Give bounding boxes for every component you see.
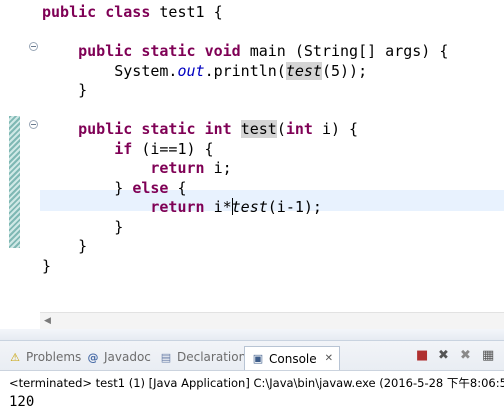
code-line[interactable]: } <box>42 257 51 275</box>
editor-gutter <box>0 0 40 312</box>
console-output[interactable]: 120 <box>9 394 34 410</box>
tab-problems[interactable]: ⚠ Problems <box>8 347 81 367</box>
clear-console-icon[interactable]: ▦ <box>482 348 494 363</box>
tab-console[interactable]: ▣ Console ✕ <box>244 346 341 370</box>
tab-javadoc-label: Javadoc <box>104 350 151 364</box>
console-icon: ▣ <box>252 352 264 365</box>
tab-javadoc[interactable]: @ Javadoc <box>86 347 151 367</box>
code-line[interactable]: } <box>42 237 87 255</box>
keyword-token: return <box>150 198 205 216</box>
editor-corner <box>0 312 40 329</box>
scroll-left-icon[interactable]: ◀ <box>44 316 51 326</box>
close-tab-icon[interactable]: ✕ <box>325 353 333 364</box>
code-line[interactable]: } else { <box>42 178 186 197</box>
keyword-token: return <box>150 159 205 177</box>
console-panel: ⚠ Problems @ Javadoc ▤ Declaration ▣ Con… <box>0 340 504 415</box>
code-line[interactable]: public static void main (String[] args) … <box>42 42 448 60</box>
keyword-token: class <box>105 3 151 21</box>
javadoc-icon: @ <box>87 350 99 364</box>
fold-test-icon[interactable] <box>29 120 38 129</box>
code-line[interactable]: if (i==1) { <box>42 139 213 158</box>
remove-all-terminated-icon[interactable]: ✖ <box>460 348 471 363</box>
occurrence-token: test <box>240 120 277 138</box>
keyword-token: else <box>132 178 169 197</box>
code-line[interactable]: return i; <box>42 159 231 177</box>
code-line[interactable]: } <box>42 81 87 99</box>
code-editor[interactable]: public class test1 { public static void … <box>0 0 504 312</box>
console-status: <terminated> test1 (1) [Java Application… <box>9 376 504 390</box>
keyword-token: public <box>78 120 133 138</box>
keyword-token: static <box>141 120 196 138</box>
code-token: test <box>231 198 268 216</box>
code-line[interactable]: System.out.println(test(5)); <box>42 61 367 80</box>
code-line[interactable]: public class test1 { <box>42 3 223 21</box>
tab-declaration-label: Declaration <box>177 350 247 364</box>
horizontal-scrollbar[interactable]: ◀ <box>40 312 504 329</box>
keyword-token: if <box>114 139 133 158</box>
problems-icon: ⚠ <box>10 350 20 364</box>
keyword-token: int <box>285 120 313 138</box>
fold-main-icon[interactable] <box>29 42 38 51</box>
remove-launch-icon[interactable]: ✖ <box>438 348 449 363</box>
panel-splitter[interactable] <box>0 329 504 340</box>
keyword-token: void <box>204 42 241 60</box>
occurrence-token: test <box>285 61 322 80</box>
tab-declaration[interactable]: ▤ Declaration <box>159 347 246 367</box>
keyword-token: public <box>78 42 133 60</box>
panel-tab-bar: ⚠ Problems @ Javadoc ▤ Declaration ▣ Con… <box>0 341 504 371</box>
tab-console-label: Console <box>269 351 317 366</box>
quick-diff-change-bar <box>9 116 20 248</box>
code-line[interactable]: return i*test(i-1); <box>42 198 322 216</box>
code-token: out <box>177 61 205 80</box>
keyword-token: int <box>204 120 232 138</box>
terminate-icon[interactable]: ■ <box>416 348 428 363</box>
source-code[interactable]: public class test1 { public static void … <box>42 3 448 276</box>
code-line[interactable]: public static int test(int i) { <box>42 120 358 138</box>
tab-problems-label: Problems <box>26 350 82 364</box>
code-line[interactable]: } <box>42 218 123 236</box>
declaration-icon: ▤ <box>160 350 172 364</box>
keyword-token: public <box>42 3 97 21</box>
keyword-token: static <box>141 42 196 60</box>
